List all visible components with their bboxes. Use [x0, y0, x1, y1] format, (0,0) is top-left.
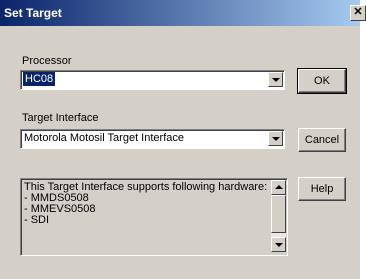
target-interface-value: Motorola Motosil Target Interface: [24, 132, 184, 144]
scroll-up-icon[interactable]: [271, 180, 286, 195]
target-interface-label: Target Interface: [22, 112, 99, 124]
processor-value: HC08: [23, 72, 56, 86]
dropdown-arrow-icon[interactable]: [268, 131, 283, 146]
set-target-dialog: Set Target ✕ Processor HC08 Target Inter…: [0, 0, 366, 279]
hardware-info-line: - SDI: [24, 214, 50, 226]
vertical-scrollbar[interactable]: [271, 180, 286, 252]
hardware-info-textbox[interactable]: This Target Interface supports following…: [20, 178, 288, 256]
title-bar[interactable]: Set Target ✕: [0, 0, 366, 26]
scroll-down-icon[interactable]: [271, 237, 286, 252]
target-interface-select[interactable]: Motorola Motosil Target Interface: [20, 129, 285, 149]
processor-select[interactable]: HC08: [20, 70, 285, 90]
scroll-thumb[interactable]: [271, 195, 286, 233]
close-icon[interactable]: ✕: [350, 5, 366, 21]
help-button[interactable]: Help: [298, 177, 346, 201]
dropdown-arrow-icon[interactable]: [268, 72, 283, 87]
hardware-info-text: This Target Interface supports following…: [24, 182, 267, 226]
cancel-button[interactable]: Cancel: [298, 128, 346, 152]
hardware-info-line: - MMEVS0508: [24, 203, 96, 215]
window-title: Set Target: [4, 6, 62, 20]
ok-button[interactable]: OK: [297, 68, 347, 94]
processor-label: Processor: [22, 55, 72, 67]
